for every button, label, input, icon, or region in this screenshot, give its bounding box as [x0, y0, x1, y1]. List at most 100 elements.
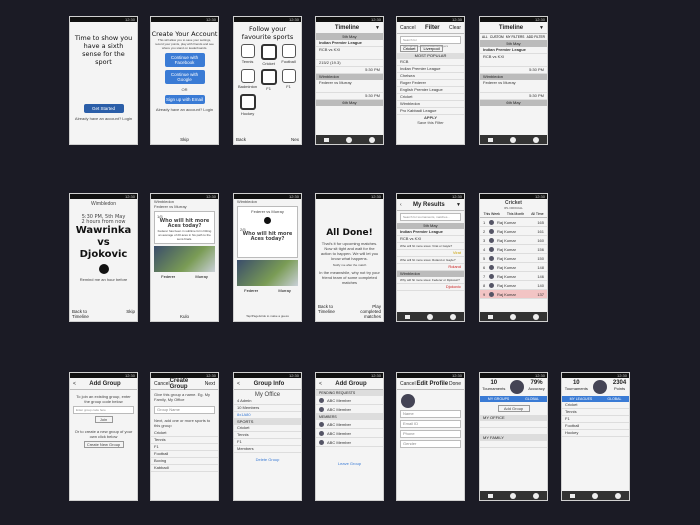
leaderboard-row[interactable]: 2 Raj Kumar 161	[480, 227, 547, 236]
login-link[interactable]: Already have an account? Login	[151, 107, 218, 112]
back-timeline-link[interactable]: Back to Timeline	[318, 304, 344, 319]
league-row[interactable]: Tennis	[562, 409, 629, 416]
profile-icon[interactable]	[368, 136, 375, 143]
play-icon[interactable]	[509, 136, 516, 143]
league-row[interactable]: Cricket	[562, 402, 629, 409]
name-field[interactable]: Name	[400, 410, 461, 418]
back-icon[interactable]: ‹	[400, 202, 402, 208]
play-icon[interactable]	[591, 492, 598, 499]
next-link[interactable]: Nex	[291, 137, 299, 142]
question-next[interactable]: Kulo	[180, 314, 189, 319]
option-a[interactable]: Federer	[244, 288, 258, 293]
menu-icon[interactable]	[488, 314, 494, 319]
tab-month[interactable]: This Month	[507, 212, 524, 216]
sport-f1-2[interactable]: F1	[280, 69, 297, 91]
profile-icon[interactable]	[614, 492, 621, 499]
member[interactable]: ABC Member	[316, 420, 383, 429]
sport-option[interactable]: Boxing	[151, 458, 218, 465]
profile-icon[interactable]	[532, 136, 539, 143]
profile-avatar[interactable]	[593, 380, 608, 394]
leaderboard-row[interactable]: 1 Raj Kumar 165	[480, 218, 547, 227]
match-row-2[interactable]: Federer vs Murray	[480, 80, 547, 93]
filter-row[interactable]: Wimbledon	[397, 101, 464, 108]
menu-icon[interactable]	[405, 314, 411, 319]
result-question[interactable]: Who will hit more sixes: Virat or Gayle?	[397, 243, 464, 250]
play-icon[interactable]	[509, 313, 516, 320]
back-link[interactable]: Back	[236, 137, 246, 142]
sport-option[interactable]: Cricket	[151, 430, 218, 437]
menu-icon[interactable]	[324, 137, 330, 142]
filter-icon[interactable]: ▼	[456, 202, 461, 208]
filter-row[interactable]: Indian Premier League	[397, 66, 464, 73]
play-completed-link[interactable]: Play completed matches	[351, 304, 381, 319]
tab-my-filters[interactable]: MY FILTERS	[506, 35, 524, 39]
chip-liverpool[interactable]: Liverpool	[420, 45, 443, 52]
sport-option[interactable]: Tennis	[151, 437, 218, 444]
option-b[interactable]: Murray	[195, 274, 207, 279]
leaderboard-row[interactable]: 8 Raj Kumar 140	[480, 281, 547, 290]
option-a[interactable]: Federer	[161, 274, 175, 279]
profile-icon[interactable]	[449, 313, 456, 320]
sport-tennis[interactable]: Tennis	[238, 44, 257, 66]
result-question[interactable]: Who will hit more sixes: Roland or Gayle…	[397, 257, 464, 264]
tab-week[interactable]: This Week	[483, 212, 499, 216]
match-row[interactable]: RCB vs KXI	[480, 54, 547, 67]
leaderboard-row[interactable]: 5 Raj Kumar 150	[480, 254, 547, 263]
save-filter-link[interactable]: Save this Filter	[397, 120, 464, 125]
result-question[interactable]: Why will hit more sixes: Federer or Djok…	[397, 277, 464, 284]
sport-f1[interactable]: F1	[260, 69, 277, 91]
member[interactable]: ABC Member	[316, 438, 383, 447]
tab-all-time[interactable]: All Time	[531, 212, 543, 216]
cancel-button[interactable]: Cancel	[400, 381, 416, 387]
bell-icon[interactable]	[98, 264, 109, 274]
facebook-button[interactable]: Continue with Facebook	[164, 53, 205, 67]
profile-avatar[interactable]	[509, 380, 524, 394]
filter-row[interactable]: RCB	[397, 59, 464, 66]
group-sport[interactable]: F1	[234, 439, 301, 446]
play-icon[interactable]	[345, 136, 352, 143]
leave-group-button[interactable]: Leave Group	[316, 461, 383, 466]
leaderboard-row[interactable]: 4 Raj Kumar 156	[480, 245, 547, 254]
done-button[interactable]: Done	[449, 381, 461, 387]
profile-icon[interactable]	[532, 313, 539, 320]
member[interactable]: ABC Member	[316, 429, 383, 438]
league-row[interactable]: Hockey	[562, 430, 629, 437]
sport-option[interactable]: F1	[151, 444, 218, 451]
pending-member[interactable]: ABC Member	[316, 396, 383, 405]
back-icon[interactable]: <	[319, 381, 322, 387]
google-button[interactable]: Continue with Google	[164, 70, 205, 84]
filter-icon[interactable]: ▼	[375, 25, 380, 31]
join-button[interactable]: Join	[94, 416, 113, 423]
group-name-input[interactable]: Group Name	[154, 406, 215, 414]
back-timeline-link[interactable]: Back to Timeline	[72, 309, 100, 319]
filter-row[interactable]: Chelsea	[397, 73, 464, 80]
create-group-button[interactable]: Create New Group	[83, 441, 124, 448]
cancel-button[interactable]: Cancel	[400, 25, 416, 31]
leaderboard-row[interactable]: 6 Raj Kumar 148	[480, 263, 547, 272]
play-icon[interactable]	[509, 492, 516, 499]
skip-link[interactable]: Skip	[180, 137, 189, 142]
tab-all[interactable]: ALL	[482, 35, 488, 39]
filter-icon[interactable]: ▼	[539, 25, 544, 31]
menu-icon[interactable]	[488, 493, 494, 498]
group-sport[interactable]: Cricket	[234, 425, 301, 432]
results-search-input[interactable]: Search for tournaments, matches...	[400, 213, 461, 221]
phone-field[interactable]: Phone	[400, 430, 461, 438]
sport-badminton[interactable]: Badminton	[238, 69, 257, 91]
filter-row[interactable]: English Premier League	[397, 87, 464, 94]
sport-cricket[interactable]: Cricket	[260, 44, 277, 66]
option-b[interactable]: Murray	[278, 288, 290, 293]
cancel-button[interactable]: Cancel	[154, 381, 170, 387]
profile-avatar[interactable]	[401, 394, 415, 408]
filter-row[interactable]: Pro Kabbadi League	[397, 108, 464, 115]
profile-icon[interactable]	[532, 492, 539, 499]
tab-my-groups[interactable]: MY GROUPS	[488, 396, 509, 402]
get-started-button[interactable]: Get Started	[83, 104, 124, 113]
clear-button[interactable]: Clear	[449, 25, 461, 31]
sport-option[interactable]: Football	[151, 451, 218, 458]
next-button[interactable]: Next	[205, 381, 215, 387]
skip-link[interactable]: Skip	[126, 309, 135, 319]
sport-football[interactable]: Football	[280, 44, 297, 66]
menu-icon[interactable]	[570, 493, 576, 498]
tab-custom[interactable]: CUSTOM	[490, 35, 504, 39]
